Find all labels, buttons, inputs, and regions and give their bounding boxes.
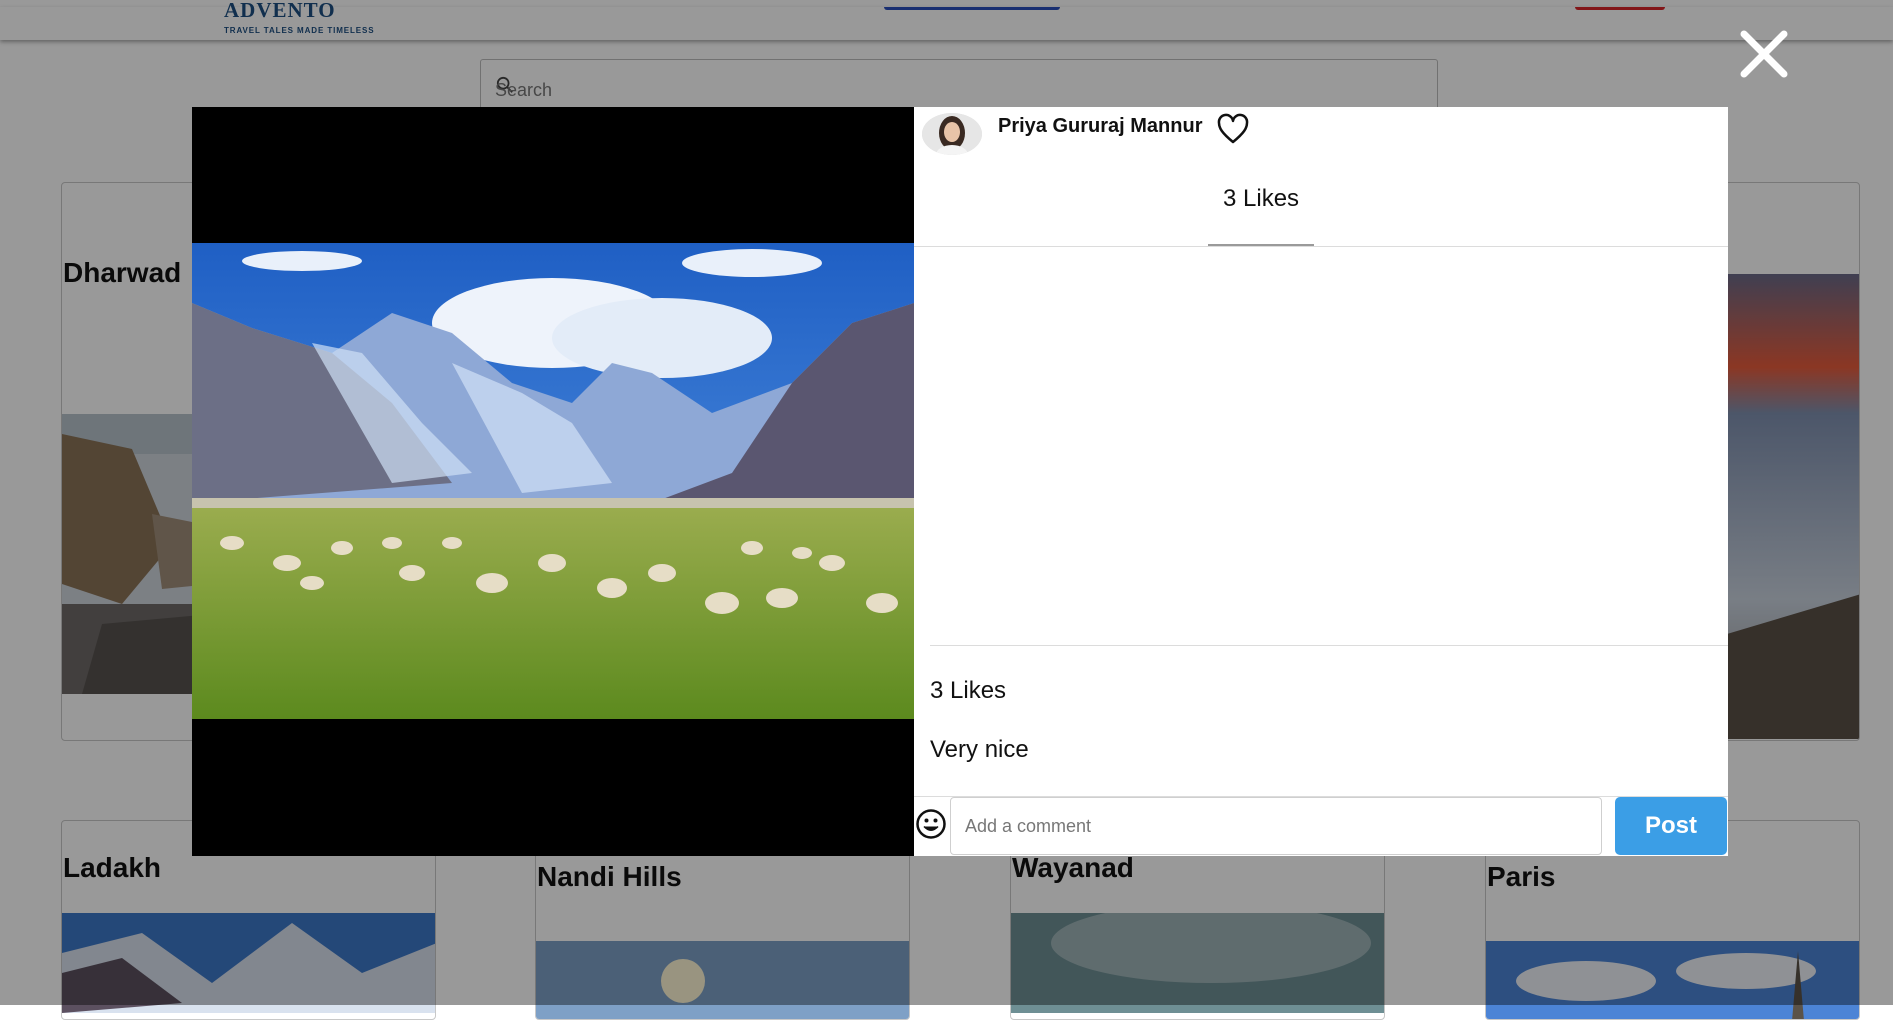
likes-count[interactable]: 3 Likes: [1223, 185, 1299, 213]
avatar[interactable]: [922, 113, 982, 155]
post-image: [192, 243, 914, 719]
likes-summary: 3 Likes: [930, 677, 1007, 704]
post-modal: Priya Gururaj Mannur 3 Likes 3 Likes Ver…: [192, 107, 1728, 856]
close-icon[interactable]: [1734, 24, 1794, 84]
post-media: [192, 107, 914, 856]
author-name[interactable]: Priya Gururaj Mannur: [998, 115, 1203, 138]
comment-text: Very nice: [930, 736, 1029, 763]
smiley-icon[interactable]: [915, 808, 947, 840]
post-button[interactable]: Post: [1615, 797, 1727, 855]
heart-icon[interactable]: [1216, 113, 1250, 147]
comment-input[interactable]: [950, 797, 1602, 855]
post-details: Priya Gururaj Mannur 3 Likes 3 Likes Ver…: [914, 107, 1728, 856]
divider: [930, 645, 1728, 646]
divider: [914, 246, 1728, 247]
